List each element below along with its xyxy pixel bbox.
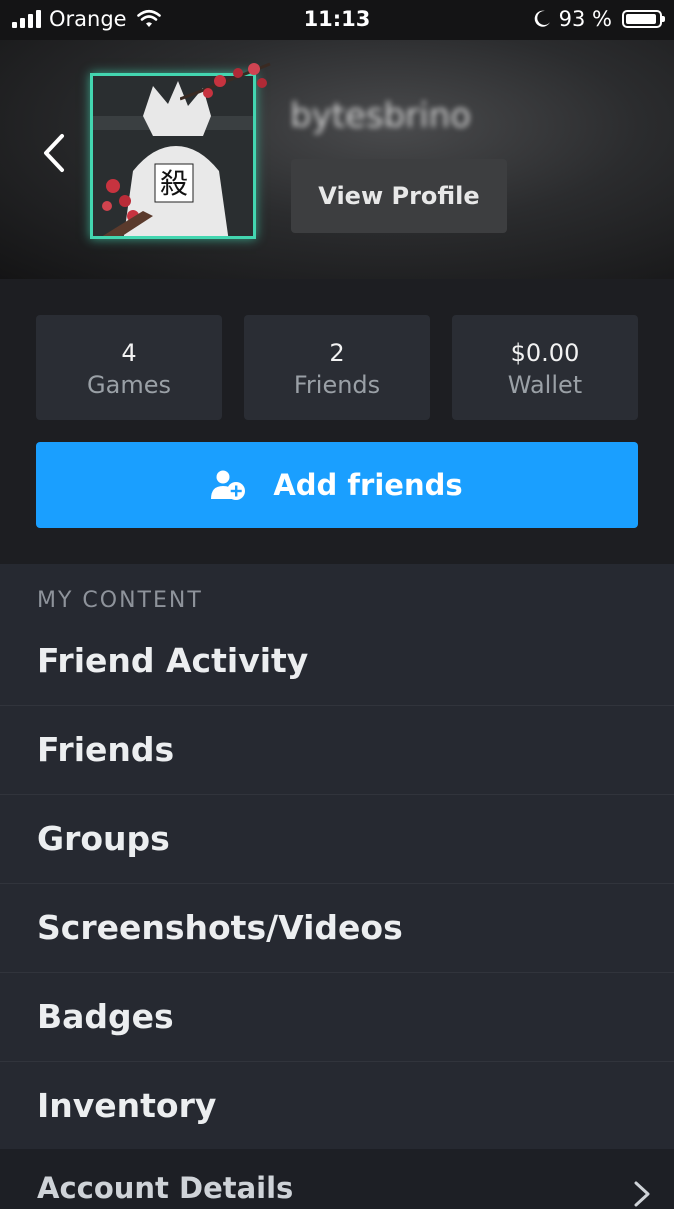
stat-label: Wallet — [507, 371, 583, 399]
menu-item-inventory[interactable]: Inventory — [0, 1062, 674, 1150]
stat-friends[interactable]: 2 Friends — [244, 315, 430, 420]
stat-value: 4 — [121, 339, 137, 367]
status-bar: Orange 11:13 93 % — [0, 0, 674, 40]
section-header: MY CONTENT — [37, 588, 203, 613]
battery-percent: 93 % — [558, 7, 612, 31]
stat-value: $0.00 — [510, 339, 580, 367]
menu-item-label: Inventory — [37, 1086, 217, 1125]
account-details-row[interactable]: Account Details — [0, 1149, 674, 1209]
person-plus-icon — [211, 470, 246, 500]
menu-item-label: Groups — [37, 819, 170, 858]
profile-header: 殺 bytesbrino View Profile — [0, 0, 674, 279]
add-friends-label: Add friends — [273, 468, 463, 502]
menu-item-label: Friend Activity — [37, 641, 309, 680]
menu-item-label: Screenshots/Videos — [37, 908, 403, 947]
menu-item-screenshots-videos[interactable]: Screenshots/Videos — [0, 884, 674, 973]
battery-icon — [622, 10, 665, 28]
stat-value: 2 — [329, 339, 345, 367]
moon-icon — [534, 10, 550, 27]
menu-item-label: Friends — [37, 730, 175, 769]
chevron-right-icon — [634, 1181, 650, 1207]
stat-wallet[interactable]: $0.00 Wallet — [452, 315, 638, 420]
content-list: MY CONTENT Friend Activity Friends Group… — [0, 564, 674, 1209]
chevron-left-icon — [44, 134, 64, 172]
back-button[interactable] — [36, 128, 72, 178]
stat-label: Friends — [293, 371, 381, 399]
menu-item-badges[interactable]: Badges — [0, 973, 674, 1062]
add-friends-button[interactable]: Add friends — [36, 442, 638, 528]
avatar[interactable]: 殺 — [80, 62, 271, 247]
battery-level — [626, 14, 656, 24]
stats-section: 4 Games 2 Friends $0.00 Wallet Add frien… — [0, 279, 674, 564]
svg-text:殺: 殺 — [160, 167, 188, 200]
username: bytesbrino — [290, 96, 472, 136]
stat-games[interactable]: 4 Games — [36, 315, 222, 420]
menu-item-label: Badges — [37, 997, 174, 1036]
menu-item-friend-activity[interactable]: Friend Activity — [0, 617, 674, 706]
menu-item-friends[interactable]: Friends — [0, 706, 674, 795]
menu-item-groups[interactable]: Groups — [0, 795, 674, 884]
blossom-decoration — [180, 62, 271, 101]
stat-label: Games — [87, 371, 171, 399]
view-profile-button[interactable]: View Profile — [291, 159, 507, 233]
